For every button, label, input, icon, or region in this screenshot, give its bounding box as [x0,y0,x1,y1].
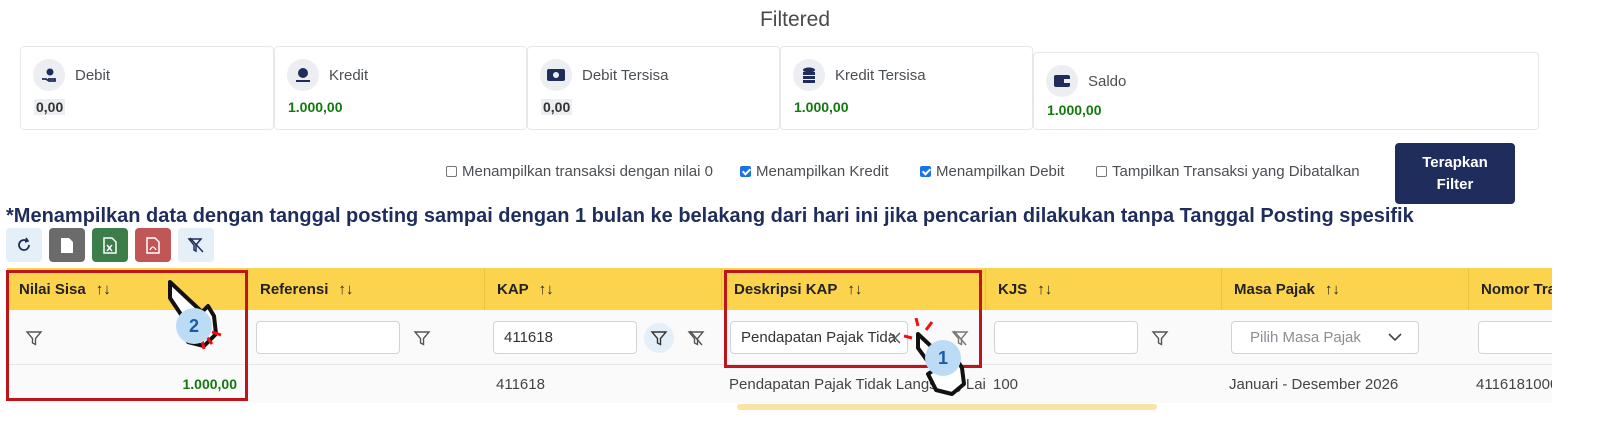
step-badge-1: 1 [925,340,961,376]
column-title: KJS [998,280,1028,298]
filter-active-icon[interactable] [644,323,674,353]
filter-icon[interactable] [1149,327,1171,349]
card-value: 0,00 [541,99,573,115]
checkbox-label: Tampilkan Transaksi yang Dibatalkan [1112,163,1360,180]
summary-cards: Debit 0,00 Kredit 1.000,00 Debit Tersisa… [20,46,1539,130]
checkbox-show-debit[interactable]: Menampilkan Debit [920,163,1064,180]
export-document-button[interactable] [49,228,85,262]
filter-clear-icon [187,237,204,253]
column-title: Nomor Tra [1481,280,1552,298]
coin-stack-icon [793,59,825,91]
banknote-icon [540,59,572,91]
card-label: Kredit Tersisa [835,66,926,84]
wallet-icon [1046,65,1078,97]
sort-icon[interactable]: ↑↓ [539,281,554,298]
checkbox-show-cancelled[interactable]: Tampilkan Transaksi yang Dibatalkan [1096,163,1360,180]
card-label: Debit Tersisa [582,66,669,84]
column-title: KAP [497,280,529,298]
card-debit-tersisa: Debit Tersisa 0,00 [527,46,780,130]
export-excel-button[interactable] [92,228,128,262]
column-header-referensi[interactable]: Referensi ↑↓ [247,268,484,310]
sort-icon[interactable]: ↑↓ [1325,281,1340,298]
masa-pajak-select[interactable]: Pilih Masa Pajak [1231,321,1419,354]
checkbox-label: Menampilkan transaksi dengan nilai 0 [462,163,713,180]
checkbox-box[interactable] [920,166,931,177]
chevron-down-icon [1388,333,1402,342]
excel-icon [103,236,117,254]
apply-label-line2: Filter [1436,175,1474,193]
cell-nomor-transaksi: 41161810000 [1476,375,1552,393]
step-badge-2: 2 [176,308,212,344]
refresh-icon [18,237,30,251]
clear-filter-button[interactable] [178,228,214,262]
kjs-filter-input[interactable] [994,321,1138,354]
document-icon [61,237,73,253]
checkbox-show-zero[interactable]: Menampilkan transaksi dengan nilai 0 [446,163,713,180]
column-header-nomor-transaksi[interactable]: Nomor Tra [1468,268,1552,310]
export-pdf-button[interactable] [135,228,171,262]
column-title: Referensi [260,280,329,298]
apply-label-line1: Terapkan [1422,153,1488,171]
cell-kap: 411618 [496,375,545,393]
referensi-filter-input[interactable] [256,321,400,354]
nomor-transaksi-filter-input[interactable] [1478,321,1552,354]
card-value: 1.000,00 [794,99,849,115]
column-header-kap[interactable]: KAP ↑↓ [484,268,721,310]
notice-text: *Menampilkan data dengan tanggal posting… [6,205,1414,227]
column-header-kjs[interactable]: KJS ↑↓ [985,268,1221,310]
card-label: Saldo [1088,72,1127,90]
kap-filter-input[interactable]: 411618 [493,321,637,354]
card-label: Debit [75,66,111,84]
horizontal-scrollbar[interactable] [737,404,1157,410]
cell-referensi [247,365,484,403]
checkbox-show-kredit[interactable]: Menampilkan Kredit [740,163,889,180]
card-label: Kredit [329,66,369,84]
filter-clear-icon[interactable] [685,327,707,349]
checkbox-box[interactable] [1096,166,1107,177]
checkbox-box[interactable] [446,166,457,177]
sort-icon[interactable]: ↑↓ [1037,281,1052,298]
hand-money-icon [33,59,65,91]
card-kredit: Kredit 1.000,00 [274,46,527,130]
filter-icon[interactable] [411,327,433,349]
column-title: Masa Pajak [1234,280,1315,298]
pdf-icon [146,236,160,254]
refresh-button[interactable] [6,228,42,262]
card-value: 1.000,00 [288,99,343,115]
cell-kjs: 100 [993,375,1019,393]
select-placeholder: Pilih Masa Pajak [1250,329,1361,346]
card-value: 0,00 [34,99,66,115]
checkbox-label: Menampilkan Kredit [756,163,889,180]
apply-filter-button[interactable]: Terapkan Filter [1395,143,1515,204]
checkbox-label: Menampilkan Debit [936,163,1065,180]
table-toolbar [6,228,221,262]
column-header-masa-pajak[interactable]: Masa Pajak ↑↓ [1221,268,1468,310]
card-value: 1.000,00 [1047,102,1102,118]
card-debit: Debit 0,00 [20,46,274,130]
coin-hand-icon [287,59,319,91]
filter-options: Menampilkan transaksi dengan nilai 0 Men… [0,163,1600,185]
card-saldo: Saldo 1.000,00 [1033,52,1539,130]
cell-masa-pajak: Januari - Desember 2026 [1229,375,1399,393]
checkbox-box[interactable] [740,166,751,177]
page-title: Filtered [759,8,831,31]
card-kredit-tersisa: Kredit Tersisa 1.000,00 [780,46,1033,130]
sort-icon[interactable]: ↑↓ [338,281,353,298]
